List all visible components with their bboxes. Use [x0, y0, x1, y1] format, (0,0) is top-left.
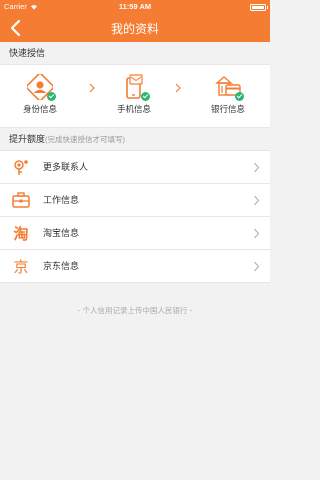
verified-check-icon — [47, 92, 56, 101]
quick-item-identity[interactable]: 身份信息 — [10, 72, 70, 115]
page: Carrier 11:59 AM 我的资料 快速授信 身份信息 手机信息 银行信… — [0, 0, 270, 480]
chevron-right-icon — [254, 162, 260, 173]
quick-item-bank[interactable]: 银行信息 — [198, 74, 258, 115]
quick-item-phone[interactable]: 手机信息 — [104, 74, 164, 115]
briefcase-icon — [12, 192, 30, 208]
verified-check-icon — [141, 92, 150, 101]
limit-section-header: 提升额度(完成快速授信才可填写) — [0, 128, 270, 150]
top-bar: Carrier 11:59 AM 我的资料 — [0, 0, 270, 42]
list-item-label: 淘宝信息 — [43, 228, 80, 238]
quick-section-title: 快速授信 — [9, 48, 46, 58]
svg-text:京: 京 — [13, 258, 28, 275]
list-item-contacts[interactable]: 更多联系人 — [0, 151, 270, 184]
jd-icon: 京 — [13, 258, 28, 275]
status-bar: Carrier 11:59 AM — [0, 0, 270, 14]
chevron-right-icon — [175, 83, 181, 93]
list-item-label: 京东信息 — [43, 261, 80, 271]
limit-section-subtitle: (完成快速授信才可填写) — [45, 135, 126, 144]
list-item-work[interactable]: 工作信息 — [0, 184, 270, 217]
phone-icon — [121, 74, 150, 101]
footer-note: - 个人信用记录上传中国人民银行 - — [77, 306, 193, 315]
limit-list: 更多联系人 工作信息 淘 淘宝信息 京 京东信息 — [0, 150, 270, 283]
chevron-right-icon — [254, 261, 260, 272]
list-item-jd[interactable]: 京 京东信息 — [0, 250, 270, 283]
svg-text:淘: 淘 — [12, 225, 28, 242]
bank-card-icon — [215, 74, 244, 101]
quick-section-header: 快速授信 — [0, 42, 270, 64]
taobao-icon: 淘 — [12, 225, 28, 242]
chevron-right-icon — [254, 195, 260, 206]
contacts-icon — [14, 160, 28, 175]
id-card-icon — [25, 72, 56, 102]
nav-bar: 我的资料 — [0, 14, 270, 42]
chevron-right-icon — [89, 83, 95, 93]
list-item-taobao[interactable]: 淘 淘宝信息 — [0, 217, 270, 250]
list-item-label: 工作信息 — [43, 195, 80, 205]
limit-section-title: 提升额度 — [9, 134, 46, 144]
quick-item-label: 银行信息 — [210, 104, 245, 114]
quick-credit-panel: 身份信息 手机信息 银行信息 — [0, 64, 270, 128]
battery-icon — [250, 3, 266, 11]
verified-check-icon — [235, 92, 244, 101]
status-time: 11:59 AM — [118, 2, 152, 11]
chevron-right-icon — [254, 228, 260, 239]
list-item-label: 更多联系人 — [43, 162, 89, 172]
page-title: 我的资料 — [110, 22, 159, 36]
battery-tip — [266, 5, 268, 9]
quick-item-label: 身份信息 — [22, 104, 57, 114]
quick-item-label: 手机信息 — [116, 104, 151, 114]
